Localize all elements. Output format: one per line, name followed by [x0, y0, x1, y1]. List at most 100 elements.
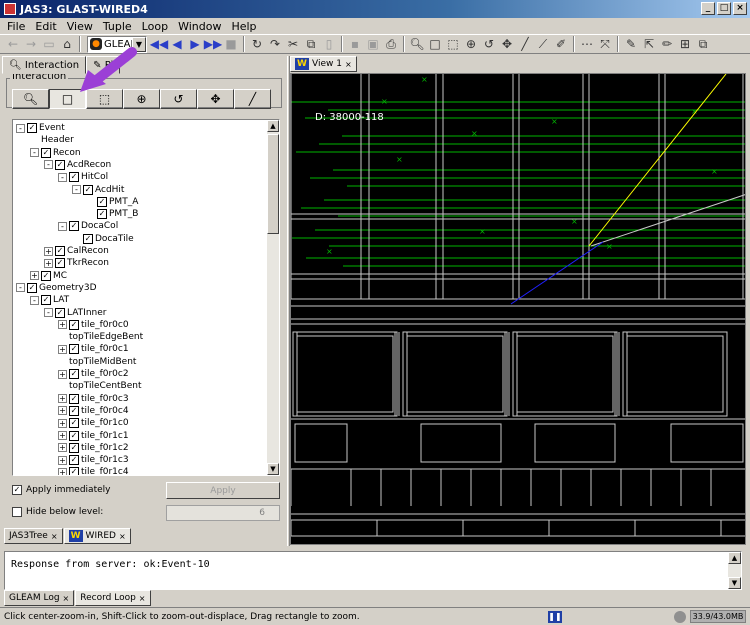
page-icon[interactable]: ▭: [40, 35, 58, 53]
back-icon[interactable]: ←: [4, 35, 22, 53]
close-icon[interactable]: ×: [51, 532, 58, 541]
save-icon[interactable]: ▪: [346, 35, 364, 53]
menu-tuple[interactable]: Tuple: [98, 20, 137, 33]
redo-icon[interactable]: ↷: [266, 35, 284, 53]
tree-checkbox[interactable]: ✓: [27, 123, 37, 133]
collapse-icon[interactable]: -: [16, 123, 25, 133]
tree-node[interactable]: ✓ PMT_A: [86, 196, 138, 208]
line-icon[interactable]: ╱: [516, 35, 534, 53]
tab-wired[interactable]: W WIRED ×: [63, 528, 131, 544]
expand-icon[interactable]: +: [58, 320, 67, 330]
stop-icon[interactable]: ■: [222, 35, 240, 53]
tree-node[interactable]: - ✓ Recon: [30, 147, 81, 159]
tree-node[interactable]: + ✓ tile_f0r0c1: [58, 343, 129, 355]
expand-icon[interactable]: +: [58, 467, 67, 475]
tree-checkbox[interactable]: ✓: [41, 295, 51, 306]
garbage-collect-icon[interactable]: [674, 611, 686, 623]
step-back-icon[interactable]: ◀: [168, 35, 186, 53]
forward-icon[interactable]: →: [22, 35, 40, 53]
scene-tree[interactable]: - ✓ Event Header - ✓ Recon - ✓ AcdRecon - ✓ HitCol - ✓…: [12, 119, 280, 476]
arrows-icon[interactable]: ⇱: [640, 35, 658, 53]
copy-icon[interactable]: ⧉: [302, 35, 320, 53]
menu-window[interactable]: Window: [173, 20, 226, 33]
collapse-icon[interactable]: -: [44, 160, 53, 170]
tree-checkbox[interactable]: ✓: [41, 147, 51, 158]
tree-checkbox[interactable]: ✓: [83, 233, 93, 244]
tree-node[interactable]: - ✓ Event: [16, 122, 65, 134]
edit-icon[interactable]: ✏: [658, 35, 676, 53]
expand-icon[interactable]: +: [44, 246, 53, 256]
tree-node[interactable]: - ✓ AcdRecon: [44, 159, 111, 171]
tree-node[interactable]: + ✓ tile_f0r1c2: [58, 442, 129, 454]
wired-event-display[interactable]: × × × × × × × × × × × D: 38000-118: [290, 73, 746, 545]
paste-icon[interactable]: ▯: [320, 35, 338, 53]
hide-below-checkbox[interactable]: [12, 507, 22, 517]
close-button[interactable]: ×: [733, 2, 747, 15]
rewind-icon[interactable]: ◀◀: [150, 35, 168, 53]
tree-checkbox[interactable]: ✓: [97, 196, 107, 207]
tree-checkbox[interactable]: ✓: [41, 270, 51, 281]
pan-mode-button[interactable]: ✥: [197, 89, 234, 109]
tree-node[interactable]: - ✓ DocaCol: [58, 220, 118, 232]
tree-node[interactable]: - ✓ LAT: [30, 294, 69, 306]
detector-drawing[interactable]: ×××××××××××: [291, 74, 746, 545]
expand-icon[interactable]: +: [58, 418, 67, 428]
tree-checkbox[interactable]: ✓: [69, 221, 79, 232]
tree-checkbox[interactable]: ✓: [69, 319, 79, 330]
tab-interaction[interactable]: 🔍︎ Interaction: [2, 56, 87, 74]
tree-node[interactable]: + ✓ tile_f0r1c4: [58, 466, 129, 475]
expand-icon[interactable]: +: [44, 258, 53, 268]
rotate-icon[interactable]: ↺: [480, 35, 498, 53]
tab-jas3tree[interactable]: JAS3Tree ×: [4, 528, 63, 544]
scroll-up-icon[interactable]: ▲: [267, 120, 279, 132]
apply-immediately-option[interactable]: ✓ Apply immediately: [12, 485, 110, 495]
expand-icon[interactable]: +: [58, 369, 67, 379]
close-icon[interactable]: ×: [119, 532, 126, 541]
collapse-icon[interactable]: -: [30, 295, 39, 305]
layers-icon[interactable]: ⧉: [694, 35, 712, 53]
dots-icon[interactable]: ⋯: [578, 35, 596, 53]
scroll-down-icon[interactable]: ▼: [728, 577, 741, 589]
scroll-up-icon[interactable]: ▲: [728, 552, 741, 564]
rotate-mode-button[interactable]: ↺: [160, 89, 197, 109]
pause-icon[interactable]: ❚❚: [548, 610, 562, 623]
rect-zoom-icon[interactable]: □: [426, 35, 444, 53]
tree-checkbox[interactable]: ✓: [69, 393, 79, 404]
expand-icon[interactable]: +: [58, 344, 67, 354]
tree-node[interactable]: + ✓ tile_f0r1c0: [58, 417, 129, 429]
tree-node[interactable]: + ✓ tile_f0r1c1: [58, 430, 129, 442]
tree-node[interactable]: topTileCentBent: [58, 380, 142, 392]
cut-icon[interactable]: ✂: [284, 35, 302, 53]
minimize-button[interactable]: _: [701, 2, 715, 15]
log-panel[interactable]: Response from server: ok:Event-10 ▲ ▼: [4, 551, 742, 590]
collapse-icon[interactable]: -: [58, 221, 67, 231]
tree-node[interactable]: - ✓ LATInner: [44, 307, 106, 319]
zoom-icon[interactable]: 🔍︎: [408, 35, 426, 53]
pick-icon[interactable]: ✐: [552, 35, 570, 53]
collapse-icon[interactable]: -: [30, 148, 39, 158]
magnifier-mode-button[interactable]: 🔍︎: [12, 89, 49, 109]
tree-scrollbar[interactable]: ▲ ▼: [267, 120, 279, 475]
tree-checkbox[interactable]: ✓: [69, 369, 79, 379]
tab-view-1[interactable]: W View 1 ×: [290, 56, 357, 72]
tab-record-loop[interactable]: Record Loop ×: [75, 590, 151, 606]
tree-checkbox[interactable]: ✓: [27, 282, 37, 293]
log-scrollbar[interactable]: ▲ ▼: [728, 552, 741, 589]
tree-node[interactable]: + ✓ tile_f0r0c3: [58, 393, 129, 405]
ruler-icon[interactable]: ⬚: [444, 35, 462, 53]
tree-node[interactable]: topTileEdgeBent: [58, 331, 143, 343]
tree-node[interactable]: - ✓ Geometry3D: [16, 282, 97, 294]
tree-node[interactable]: Header: [30, 134, 74, 146]
maximize-button[interactable]: □: [717, 2, 731, 15]
tree-checkbox[interactable]: ✓: [83, 184, 93, 195]
menu-edit[interactable]: Edit: [30, 20, 61, 33]
tree-checkbox[interactable]: ✓: [55, 307, 65, 318]
play-icon[interactable]: ▶: [186, 35, 204, 53]
close-icon[interactable]: ×: [63, 594, 70, 603]
tree-node[interactable]: + ✓ tile_f0r0c0: [58, 319, 129, 331]
apply-immediately-checkbox[interactable]: ✓: [12, 485, 22, 495]
tree-checkbox[interactable]: ✓: [55, 246, 65, 256]
menu-loop[interactable]: Loop: [137, 20, 173, 33]
tree-checkbox[interactable]: ✓: [69, 455, 79, 466]
tree-checkbox[interactable]: ✓: [69, 405, 79, 416]
